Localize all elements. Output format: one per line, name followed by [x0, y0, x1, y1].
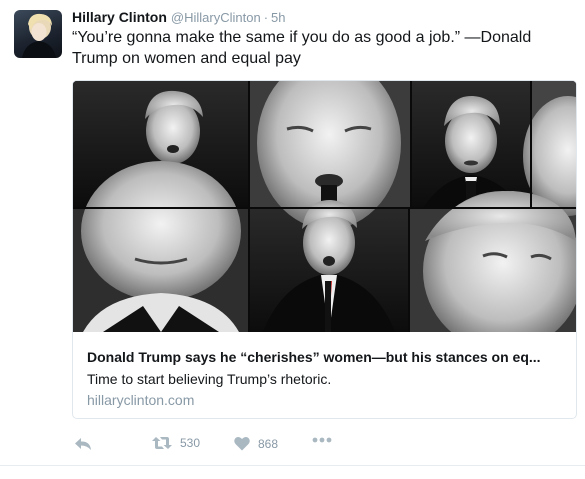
card-title[interactable]: Donald Trump says he “cherishes” women—b…: [87, 348, 567, 366]
card-image: [73, 81, 576, 332]
author-handle[interactable]: @HillaryClinton: [171, 10, 261, 25]
reply-icon: [75, 438, 91, 450]
card-domain: hillaryclinton.com: [87, 392, 195, 408]
more-dots-icon: [312, 437, 332, 443]
tweet-header: Hillary Clinton @HillaryClinton · 5h: [72, 8, 286, 27]
separator-dot: ·: [263, 10, 269, 25]
divider: [0, 465, 585, 466]
retweet-button[interactable]: 530: [152, 436, 200, 450]
more-button[interactable]: [312, 436, 332, 444]
card-body: Donald Trump says he “cherishes” women—b…: [73, 332, 576, 418]
tweet-actions: 530 868: [72, 436, 552, 456]
timestamp[interactable]: 5h: [271, 10, 285, 25]
tweet-text: “You’re gonna make the same if you do as…: [72, 29, 532, 67]
link-card[interactable]: Donald Trump says he “cherishes” women—b…: [72, 80, 577, 419]
author-name[interactable]: Hillary Clinton: [72, 9, 167, 25]
retweet-icon: [152, 437, 172, 449]
like-count: 868: [258, 436, 279, 451]
heart-icon: [234, 436, 250, 451]
avatar[interactable]: [14, 10, 62, 58]
card-description: Time to start believing Trump’s rhetoric…: [87, 371, 332, 387]
reply-button[interactable]: [74, 436, 92, 452]
like-button[interactable]: 868: [234, 436, 278, 451]
retweet-count: 530: [180, 436, 201, 450]
tweet: Hillary Clinton @HillaryClinton · 5h “You’r…: [0, 0, 585, 479]
